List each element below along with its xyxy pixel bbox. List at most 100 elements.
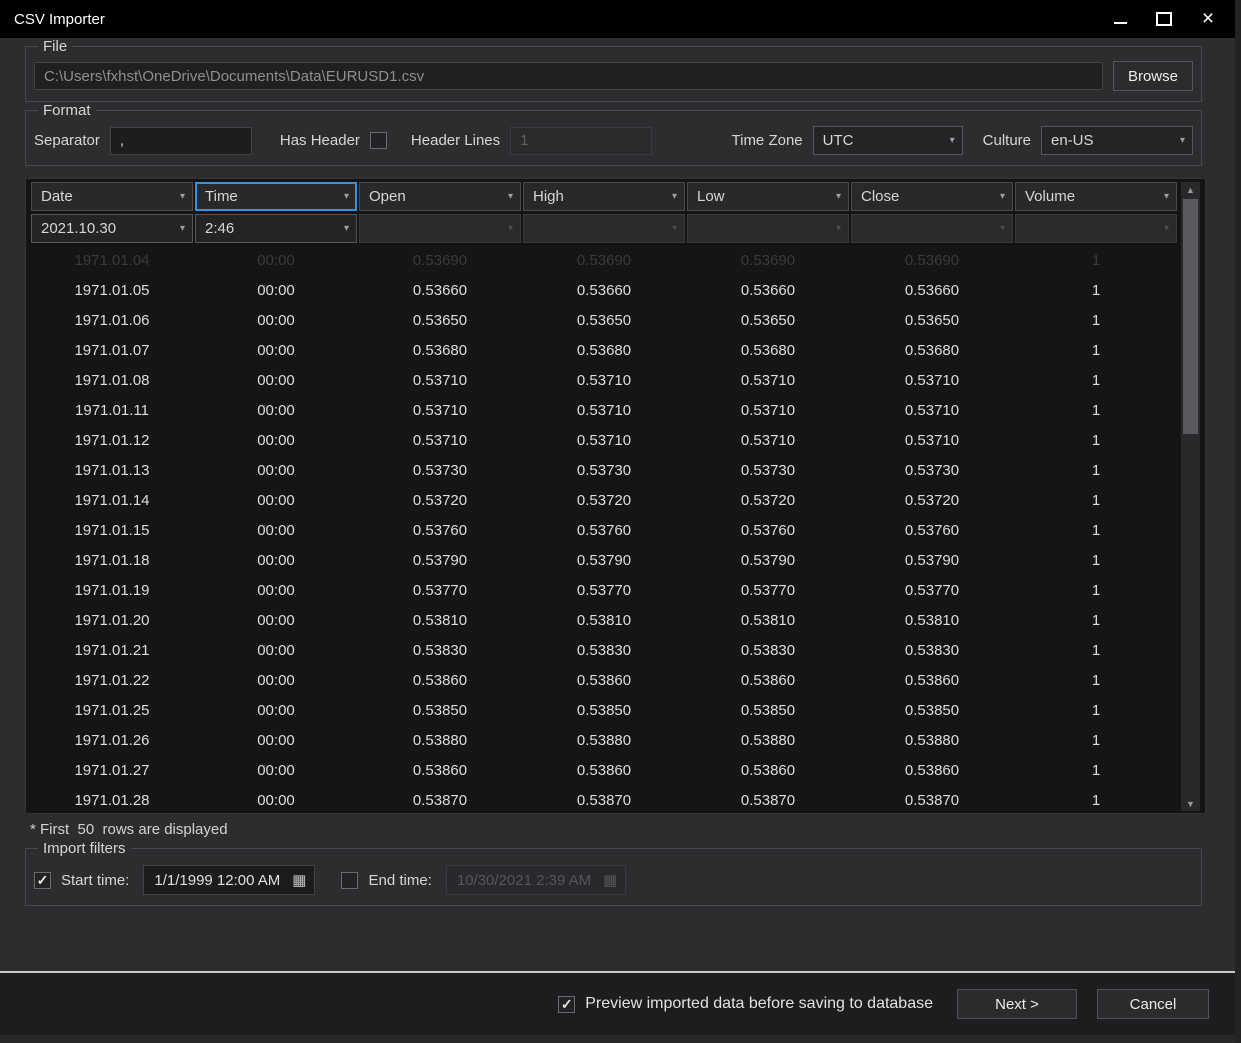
format-mapping-date[interactable]: 2021.10.30 ▾: [31, 214, 193, 243]
table-cell: 0.53730: [523, 456, 685, 486]
chevron-down-icon: ▾: [344, 223, 349, 234]
scroll-up-arrow[interactable]: ▲: [1181, 182, 1200, 197]
table-row[interactable]: 1971.01.2000:000.538100.538100.538100.53…: [31, 606, 1177, 636]
separator-value: ,: [120, 132, 124, 149]
chevron-down-icon: ▾: [836, 191, 841, 202]
cancel-button[interactable]: Cancel: [1097, 989, 1209, 1019]
table-row[interactable]: 1971.01.0500:000.536600.536600.536600.53…: [31, 276, 1177, 306]
preview-checkbox[interactable]: [558, 996, 575, 1013]
table-row[interactable]: 1971.01.2800:000.538700.538700.538700.53…: [31, 786, 1177, 811]
table-cell: 1971.01.19: [31, 576, 193, 606]
minimize-button[interactable]: [1105, 6, 1135, 32]
table-cell: 1: [1015, 426, 1177, 456]
table-cell: 0.53680: [359, 336, 521, 366]
minimize-icon: [1114, 22, 1127, 24]
table-cell: 0.53770: [523, 576, 685, 606]
table-cell: 1971.01.08: [31, 366, 193, 396]
culture-dropdown[interactable]: en-US ▾: [1041, 126, 1193, 155]
column-mapping-date-value: Date: [41, 188, 73, 205]
file-path-input[interactable]: C:\Users\fxhst\OneDrive\Documents\Data\E…: [34, 62, 1103, 90]
column-mapping-open[interactable]: Open▾: [359, 182, 521, 211]
table-cell: 1971.01.04: [31, 246, 193, 276]
table-cell: 0.53770: [359, 576, 521, 606]
table-cell: 0.53690: [851, 246, 1013, 276]
table-row[interactable]: 1971.01.1500:000.537600.537600.537600.53…: [31, 516, 1177, 546]
table-cell: 0.53770: [851, 576, 1013, 606]
maximize-button[interactable]: [1149, 6, 1179, 32]
culture-value: en-US: [1051, 132, 1094, 149]
table-cell: 1: [1015, 396, 1177, 426]
table-cell: 1: [1015, 276, 1177, 306]
table-row[interactable]: 1971.01.0600:000.536500.536500.536500.53…: [31, 306, 1177, 336]
table-cell: 0.53790: [851, 546, 1013, 576]
table-cell: 00:00: [195, 636, 357, 666]
column-mapping-open-value: Open: [369, 188, 406, 205]
table-cell: 0.53860: [359, 666, 521, 696]
column-mapping-date[interactable]: Date▾: [31, 182, 193, 211]
file-group-label: File: [38, 38, 72, 55]
table-cell: 0.53850: [523, 696, 685, 726]
column-mapping-time[interactable]: Time▾: [195, 182, 357, 211]
table-row[interactable]: 1971.01.0800:000.537100.537100.537100.53…: [31, 366, 1177, 396]
table-row[interactable]: 1971.01.1100:000.537100.537100.537100.53…: [31, 396, 1177, 426]
import-filters-label: Import filters: [38, 840, 131, 857]
table-cell: 0.53790: [687, 546, 849, 576]
table-row[interactable]: 1971.01.1300:000.537300.537300.537300.53…: [31, 456, 1177, 486]
vertical-scrollbar[interactable]: ▲ ▼: [1181, 182, 1200, 811]
table-cell: 0.53770: [687, 576, 849, 606]
table-row[interactable]: 1971.01.1400:000.537200.537200.537200.53…: [31, 486, 1177, 516]
format-mapping-time[interactable]: 2:46▾: [195, 214, 357, 243]
table-row[interactable]: 1971.01.2700:000.538600.538600.538600.53…: [31, 756, 1177, 786]
table-cell: 0.53710: [523, 396, 685, 426]
column-mapping-low[interactable]: Low▾: [687, 182, 849, 211]
format-group-label: Format: [38, 102, 96, 119]
start-time-value: 1/1/1999 12:00 AM: [154, 872, 280, 889]
calendar-icon[interactable]: ▦: [292, 871, 306, 889]
chevron-down-icon: ▾: [1164, 191, 1169, 202]
separator-input[interactable]: ,: [110, 127, 252, 155]
column-mapping-volume[interactable]: Volume▾: [1015, 182, 1177, 211]
end-time-checkbox[interactable]: [341, 872, 358, 889]
window-controls: ×: [1105, 6, 1235, 32]
table-cell: 1: [1015, 786, 1177, 811]
next-button[interactable]: Next >: [957, 989, 1077, 1019]
preview-label: Preview imported data before saving to d…: [585, 995, 933, 1013]
column-mapping-high[interactable]: High▾: [523, 182, 685, 211]
chevron-down-icon: ▾: [1000, 191, 1005, 202]
table-cell: 1971.01.28: [31, 786, 193, 811]
scrollbar-thumb[interactable]: [1183, 199, 1198, 434]
scroll-down-arrow[interactable]: ▼: [1181, 796, 1200, 811]
table-cell: 0.53810: [359, 606, 521, 636]
table-row[interactable]: 1971.01.1900:000.537700.537700.537700.53…: [31, 576, 1177, 606]
table-cell: 0.53680: [523, 336, 685, 366]
has-header-checkbox[interactable]: [370, 132, 387, 149]
table-row[interactable]: 1971.01.2600:000.538800.538800.538800.53…: [31, 726, 1177, 756]
column-mapping-close[interactable]: Close▾: [851, 182, 1013, 211]
table-cell: 0.53710: [851, 396, 1013, 426]
table-cell: 0.53760: [523, 516, 685, 546]
table-row[interactable]: 1971.01.0400:000.536900.536900.536900.53…: [31, 246, 1177, 276]
separator-label: Separator: [34, 132, 100, 149]
table-row[interactable]: 1971.01.1200:000.537100.537100.537100.53…: [31, 426, 1177, 456]
table-cell: 0.53880: [523, 726, 685, 756]
table-row[interactable]: 1971.01.2500:000.538500.538500.538500.53…: [31, 696, 1177, 726]
time-zone-dropdown[interactable]: UTC ▾: [813, 126, 963, 155]
format-mapping-date-value: 2021.10.30: [41, 220, 116, 237]
start-time-input[interactable]: 1/1/1999 12:00 AM ▦: [143, 865, 315, 895]
table-row[interactable]: 1971.01.0700:000.536800.536800.536800.53…: [31, 336, 1177, 366]
scrollbar-track[interactable]: [1181, 197, 1200, 796]
table-row[interactable]: 1971.01.2200:000.538600.538600.538600.53…: [31, 666, 1177, 696]
table-cell: 0.53860: [687, 756, 849, 786]
dialog-content: File C:\Users\fxhst\OneDrive\Documents\D…: [0, 38, 1235, 962]
table-cell: 1971.01.15: [31, 516, 193, 546]
close-button[interactable]: ×: [1193, 6, 1223, 32]
footer-bar: Preview imported data before saving to d…: [0, 973, 1235, 1035]
table-row[interactable]: 1971.01.1800:000.537900.537900.537900.53…: [31, 546, 1177, 576]
browse-button[interactable]: Browse: [1113, 61, 1193, 91]
table-cell: 1: [1015, 366, 1177, 396]
table-row[interactable]: 1971.01.2100:000.538300.538300.538300.53…: [31, 636, 1177, 666]
start-time-checkbox[interactable]: [34, 872, 51, 889]
chevron-down-icon: ▾: [180, 223, 185, 234]
table-cell: 00:00: [195, 756, 357, 786]
table-cell: 0.53660: [687, 276, 849, 306]
